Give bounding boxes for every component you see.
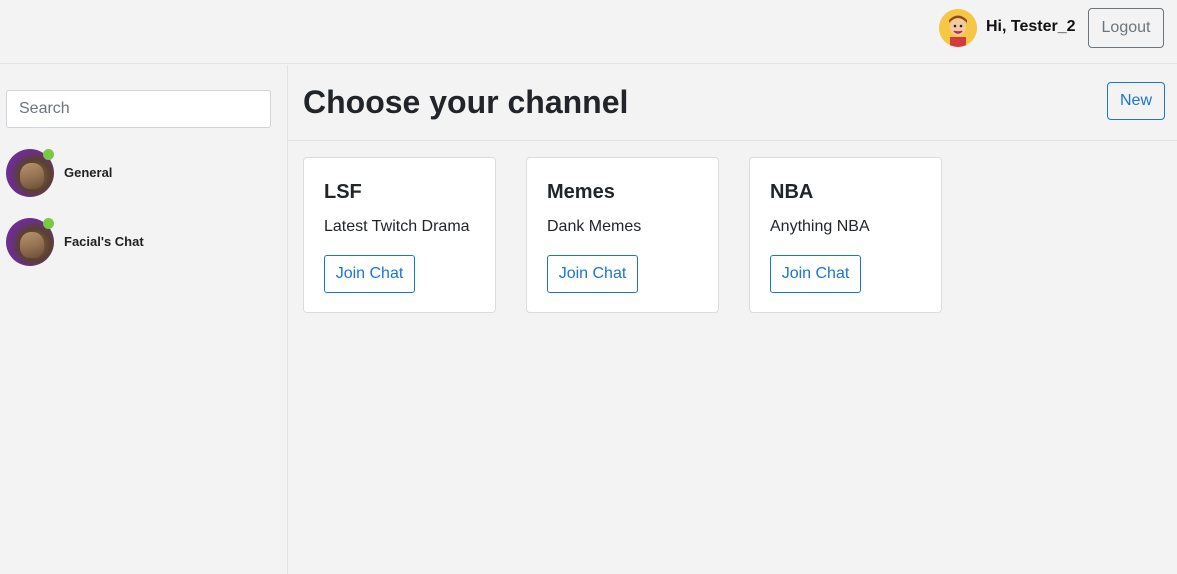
page-title: Choose your channel [303, 84, 629, 120]
sidebar: General Facial's Chat [0, 65, 288, 574]
channel-card-nba: NBA Anything NBA Join Chat [749, 157, 942, 313]
online-status-icon [43, 149, 54, 160]
chat-name: Facial's Chat [64, 234, 144, 249]
main-header: Choose your channel New [288, 65, 1177, 141]
channel-card-lsf: LSF Latest Twitch Drama Join Chat [303, 157, 496, 313]
logout-button[interactable]: Logout [1088, 8, 1164, 48]
channel-title: LSF [324, 181, 362, 203]
new-channel-button[interactable]: New [1107, 82, 1165, 120]
chat-item-general[interactable]: General [6, 149, 282, 199]
channel-description: Dank Memes [547, 218, 642, 235]
channel-card-memes: Memes Dank Memes Join Chat [526, 157, 719, 313]
online-status-icon [43, 218, 54, 229]
user-avatar-icon[interactable] [939, 9, 977, 47]
channel-title: NBA [770, 181, 814, 203]
channel-title: Memes [547, 181, 615, 203]
channel-description: Latest Twitch Drama [324, 218, 470, 235]
top-bar: Hi, Tester_2 Logout [0, 0, 1177, 64]
chat-item-facials-chat[interactable]: Facial's Chat [6, 218, 282, 268]
join-chat-button[interactable]: Join Chat [324, 255, 415, 293]
search-input[interactable] [6, 90, 271, 128]
channel-description: Anything NBA [770, 218, 870, 235]
chat-name: General [64, 165, 113, 180]
join-chat-button[interactable]: Join Chat [770, 255, 861, 293]
user-greeting: Hi, Tester_2 [986, 18, 1076, 35]
join-chat-button[interactable]: Join Chat [547, 255, 638, 293]
